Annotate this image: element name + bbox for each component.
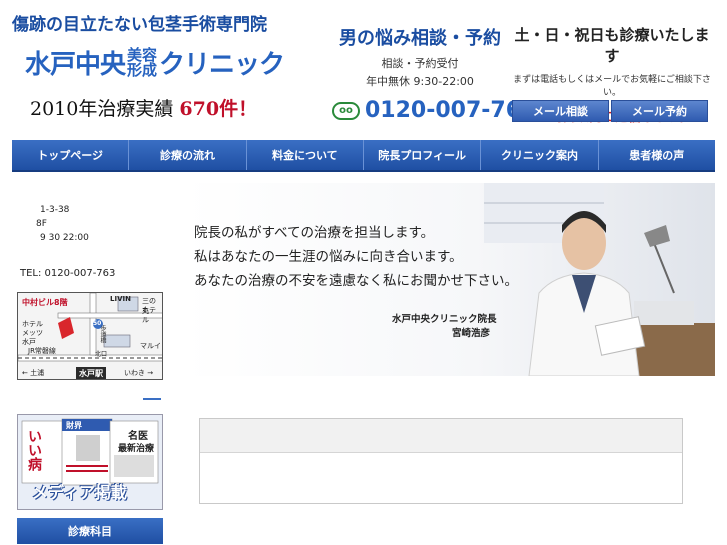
address-line-3: 9 30 22:00 — [40, 233, 89, 243]
map-jr-label: JR常磐線 — [28, 347, 56, 355]
results-text: 2010年治療実績 — [30, 98, 174, 120]
holiday-title: 土・日・祝日も診療いたします — [514, 26, 710, 65]
hero-message-line-3: あなたの治療の不安を遠慮なく私にお聞かせ下さい。 — [194, 273, 518, 289]
clinic-tel: TEL: 0120-007-763 — [20, 268, 116, 279]
main-nav: トップページ 診療の流れ 料金について 院長プロフィール クリニック案内 患者様… — [12, 140, 715, 172]
map-more-link[interactable] — [143, 398, 161, 400]
access-map[interactable]: 中村ビル8階 LIVIN 三の丸 ホテル ホテル メッツ 水戸 50 歩道橋 J… — [17, 292, 163, 380]
nav-director-profile[interactable]: 院長プロフィール — [364, 140, 482, 170]
media-mag-1: 財界 — [66, 421, 82, 430]
map-iwaki-label: いわき → — [124, 369, 154, 377]
results-count: 670件！ — [179, 98, 258, 120]
nav-fees[interactable]: 料金について — [247, 140, 364, 170]
mail-consult-button[interactable]: メール相談 — [512, 100, 609, 122]
map-hotel-right-label: ホテル — [142, 306, 156, 324]
map-tsuchiura-label: ← 土浦 — [22, 369, 45, 377]
logo-part-c: クリニック — [159, 50, 285, 80]
media-big-text: いい病 — [26, 429, 42, 471]
media-label: メディア掲載 — [32, 483, 127, 502]
holiday-sub: まずは電話もしくはメールでお気軽にご相談下さい。 — [513, 75, 711, 98]
hero-message-line-2: 私はあなたの一生涯の悩みに向き合います。 — [194, 249, 463, 265]
consult-title: 男の悩み相談・予約 — [339, 28, 501, 49]
mail-reserve-button[interactable]: メール予約 — [611, 100, 708, 122]
consult-block: 男の悩み相談・予約 相談・予約受付 年中無休 9:30-22:00 — [330, 24, 510, 89]
nav-patient-voices[interactable]: 患者様の声 — [599, 140, 715, 170]
phone-number: 0120-007-763 — [365, 98, 537, 123]
logo-part-b: 美容 形成 — [127, 47, 158, 79]
phone-link[interactable]: oo 0120-007-763 — [332, 98, 536, 123]
mail-buttons: メール相談 メール予約 — [512, 100, 708, 122]
director-name: 宮崎浩彦 — [452, 328, 491, 339]
map-hodo-label: 歩道橋 — [99, 325, 106, 343]
site-logo-link[interactable]: 水戸中央 美容 形成 クリニック — [25, 44, 285, 81]
nav-flow[interactable]: 診療の流れ — [129, 140, 247, 170]
director-hero: 院長の私がすべての治療を担当します。 私はあなたの一生涯の悩みに向き合います。 … — [184, 183, 715, 376]
hero-message-line-1: 院長の私がすべての治療を担当します。 — [194, 225, 435, 241]
address-line-1: 1-3-38 — [40, 205, 70, 215]
logo-part-a: 水戸中央 — [25, 50, 126, 80]
map-building-label: 中村ビル8階 — [22, 298, 68, 307]
map-north-label: 北口 — [95, 351, 108, 358]
director-title: 水戸中央クリニック院長 — [392, 314, 497, 325]
content-panel-header — [200, 419, 682, 453]
nav-clinic-info[interactable]: クリニック案内 — [481, 140, 599, 170]
address-line-2: 8F — [36, 219, 47, 229]
map-livin-label: LIVIN — [110, 295, 131, 303]
freedial-icon: oo — [332, 101, 360, 120]
map-station-label: 水戸駅 — [79, 369, 103, 378]
media-mag-3: 最新治療 — [118, 444, 155, 454]
consult-reception: 相談・予約受付 — [381, 57, 459, 70]
nav-top[interactable]: トップページ — [12, 140, 130, 170]
page: 傷跡の目立たない包茎手術専門院 水戸中央 美容 形成 クリニック 2010年治療… — [0, 0, 727, 545]
media-banner[interactable]: いい病 財界 名医 最新治療 メディア掲載 — [17, 414, 163, 510]
content-panel — [199, 418, 683, 504]
treatment-categories-button[interactable]: 診療科目 — [17, 518, 163, 544]
tagline: 傷跡の目立たない包茎手術専門院 — [12, 15, 267, 35]
treatment-results: 2010年治療実績 670件！ — [30, 94, 257, 121]
media-mag-2: 名医 — [128, 431, 148, 442]
site-header: 傷跡の目立たない包茎手術専門院 水戸中央 美容 形成 クリニック 2010年治療… — [0, 0, 727, 138]
clinic-address: 1-3-38 8F 9 30 22:00 — [20, 203, 89, 245]
logo-b-bottom: 形成 — [127, 60, 158, 79]
header-left: 傷跡の目立たない包茎手術専門院 — [12, 10, 312, 35]
map-marui-label: マルイ — [140, 342, 161, 350]
consult-hours: 年中無休 9:30-22:00 — [366, 75, 474, 88]
